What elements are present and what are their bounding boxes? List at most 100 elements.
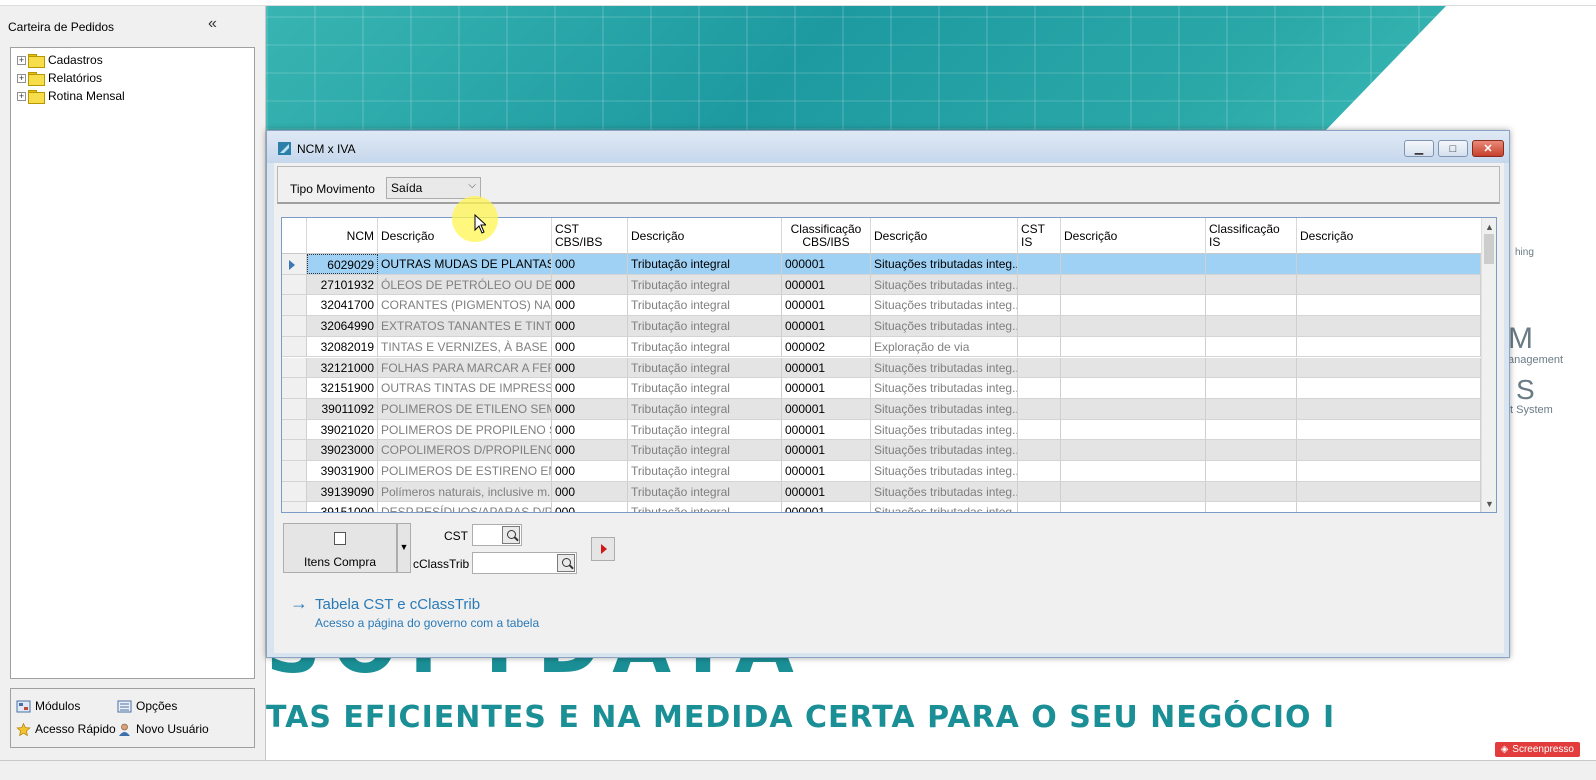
cell-class-is[interactable] xyxy=(1206,419,1297,440)
cell-cst-is[interactable] xyxy=(1018,274,1061,295)
cell-desc[interactable]: EXTRATOS TANANTES E TINTOR... xyxy=(378,316,552,336)
cell-class-is[interactable] xyxy=(1206,398,1297,419)
cell-class-is-desc[interactable] xyxy=(1297,440,1481,460)
search-icon[interactable] xyxy=(502,526,520,544)
cell-ncm[interactable]: 32151900 xyxy=(307,378,378,398)
table-row[interactable]: 39021020POLIMEROS DE PROPILENO SE...000T… xyxy=(282,419,1481,441)
cell-class[interactable]: 000001 xyxy=(782,398,871,419)
cell-cst-desc[interactable]: Tributação integral xyxy=(628,440,782,460)
cell-cst-desc[interactable]: Tributação integral xyxy=(628,419,782,440)
table-row[interactable]: 32151900OUTRAS TINTAS DE IMPRESSÃ...000T… xyxy=(282,378,1481,399)
column-header-descricao-class-is[interactable]: Descrição xyxy=(1297,218,1481,254)
cell-desc[interactable]: COPOLIMEROS D/PROPILENO ... xyxy=(378,440,552,460)
cell-cst[interactable]: 000 xyxy=(552,274,628,295)
cell-desc[interactable]: POLIMEROS DE ESTIRENO EM ... xyxy=(378,461,552,481)
cell-class-is[interactable] xyxy=(1206,274,1297,295)
cell-class-is[interactable] xyxy=(1206,295,1297,316)
cell-class-is-desc[interactable] xyxy=(1297,378,1481,398)
cell-cst-is-desc[interactable] xyxy=(1061,357,1206,378)
cell-cst-is-desc[interactable] xyxy=(1061,481,1206,502)
cell-cst-is[interactable] xyxy=(1018,357,1061,378)
cell-class-is-desc[interactable] xyxy=(1297,274,1481,295)
scroll-up-icon[interactable]: ▲ xyxy=(1485,222,1494,232)
cell-class-is-desc[interactable] xyxy=(1297,336,1481,357)
cell-class-desc[interactable]: Situações tributadas integ... xyxy=(871,502,1018,512)
cell-class-is[interactable] xyxy=(1206,481,1297,502)
cell-class-desc[interactable]: Situações tributadas integ... xyxy=(871,398,1018,419)
opcoes-button[interactable]: Opções xyxy=(117,699,177,713)
close-button[interactable]: ✕ xyxy=(1472,140,1504,157)
cell-class-is-desc[interactable] xyxy=(1297,461,1481,481)
cell-cst-is[interactable] xyxy=(1018,481,1061,502)
cell-desc[interactable]: ÓLEOS DE PETRÓLEO OU DE M... xyxy=(378,274,552,295)
row-indicator[interactable] xyxy=(282,274,307,295)
cell-class-desc[interactable]: Situações tributadas integ... xyxy=(871,254,1018,274)
maximize-button[interactable]: □ xyxy=(1438,140,1468,157)
row-indicator[interactable] xyxy=(282,316,307,336)
cell-class[interactable]: 000001 xyxy=(782,440,871,460)
cell-class-desc[interactable]: Situações tributadas integ... xyxy=(871,316,1018,336)
row-indicator[interactable] xyxy=(282,502,307,512)
cell-class[interactable]: 000001 xyxy=(782,254,871,274)
tabela-cst-link[interactable]: Tabela CST e cClassTrib xyxy=(315,596,480,613)
cell-class[interactable]: 000001 xyxy=(782,316,871,336)
cell-ncm[interactable]: 32064990 xyxy=(307,316,378,336)
expand-icon[interactable]: + xyxy=(17,73,26,83)
cell-cst[interactable]: 000 xyxy=(552,502,628,512)
cell-cst-desc[interactable]: Tributação integral xyxy=(628,378,782,398)
cell-cst-desc[interactable]: Tributação integral xyxy=(628,357,782,378)
cell-class[interactable]: 000001 xyxy=(782,295,871,316)
column-header-descricao-cst[interactable]: Descrição xyxy=(628,218,782,254)
itens-compra-dropdown[interactable]: ▼ xyxy=(397,523,411,573)
cell-class-is-desc[interactable] xyxy=(1297,398,1481,419)
tipo-movimento-select[interactable]: Saída ⌵ xyxy=(386,177,481,199)
row-indicator[interactable] xyxy=(282,440,307,460)
cell-cst[interactable]: 000 xyxy=(552,254,628,274)
itens-compra-button[interactable]: Itens Compra xyxy=(283,523,397,573)
table-row[interactable]: 6029029 OUTRAS MUDAS DE PLANTAS ... 000 Tri… xyxy=(282,254,1481,275)
cell-cst-is-desc[interactable] xyxy=(1061,440,1206,460)
table-row[interactable]: 39031900POLIMEROS DE ESTIRENO EM ...000T… xyxy=(282,461,1481,482)
row-indicator[interactable] xyxy=(282,461,307,481)
cell-desc[interactable]: FOLHAS PARA MARCAR A FER... xyxy=(378,357,552,378)
cell-desc[interactable]: CORANTES (PIGMENTOS) NA F... xyxy=(378,295,552,316)
cell-cst-desc[interactable]: Tributação integral xyxy=(628,502,782,512)
cell-cst-is-desc[interactable] xyxy=(1061,419,1206,440)
table-row[interactable]: 32041700 CORANTES (PIGMENTOS) NA F... 000 T… xyxy=(282,295,1481,317)
cell-ncm[interactable]: 32041700 xyxy=(307,295,378,316)
cell-class[interactable]: 000001 xyxy=(782,419,871,440)
cell-class-is[interactable] xyxy=(1206,502,1297,512)
cell-cst-is[interactable] xyxy=(1018,398,1061,419)
tree-item-cadastros[interactable]: + Cadastros xyxy=(17,52,103,68)
cell-class[interactable]: 000001 xyxy=(782,461,871,481)
search-icon[interactable] xyxy=(557,554,575,572)
cell-cst[interactable]: 000 xyxy=(552,357,628,378)
cell-class-is[interactable] xyxy=(1206,316,1297,336)
cell-cst-desc[interactable]: Tributação integral xyxy=(628,295,782,316)
scroll-down-icon[interactable]: ▼ xyxy=(1485,499,1494,509)
cell-cst-is-desc[interactable] xyxy=(1061,274,1206,295)
cell-cst-desc[interactable]: Tributação integral xyxy=(628,481,782,502)
cell-class-is-desc[interactable] xyxy=(1297,419,1481,440)
novo-usuario-button[interactable]: Novo Usuário xyxy=(117,722,209,736)
column-header-ncm[interactable]: NCM xyxy=(307,218,378,254)
cell-cst-is[interactable] xyxy=(1018,502,1061,512)
table-row[interactable]: 32082019TINTAS E VERNIZES, À BASE DE ...… xyxy=(282,336,1481,358)
cell-cst[interactable]: 000 xyxy=(552,440,628,460)
cell-desc[interactable]: POLIMEROS DE ETILENO SEM ... xyxy=(378,398,552,419)
cclasstrib-input[interactable] xyxy=(472,552,577,574)
row-indicator[interactable] xyxy=(282,254,307,274)
cell-class[interactable]: 000001 xyxy=(782,357,871,378)
cell-desc[interactable]: DESP.RESÍDUOS/APARAS D/PO... xyxy=(378,502,552,512)
cell-cst-is-desc[interactable] xyxy=(1061,398,1206,419)
cell-class-is[interactable] xyxy=(1206,461,1297,481)
cell-ncm[interactable]: 39011092 xyxy=(307,398,378,419)
cell-cst-is[interactable] xyxy=(1018,295,1061,316)
cell-class-is-desc[interactable] xyxy=(1297,502,1481,512)
cell-desc[interactable]: OUTRAS MUDAS DE PLANTAS ... xyxy=(378,254,552,274)
cell-cst-is[interactable] xyxy=(1018,461,1061,481)
row-indicator[interactable] xyxy=(282,398,307,419)
cell-cst[interactable]: 000 xyxy=(552,336,628,357)
cell-cst-is[interactable] xyxy=(1018,336,1061,357)
table-row[interactable]: 39151000DESP.RESÍDUOS/APARAS D/PO...000T… xyxy=(282,502,1481,512)
